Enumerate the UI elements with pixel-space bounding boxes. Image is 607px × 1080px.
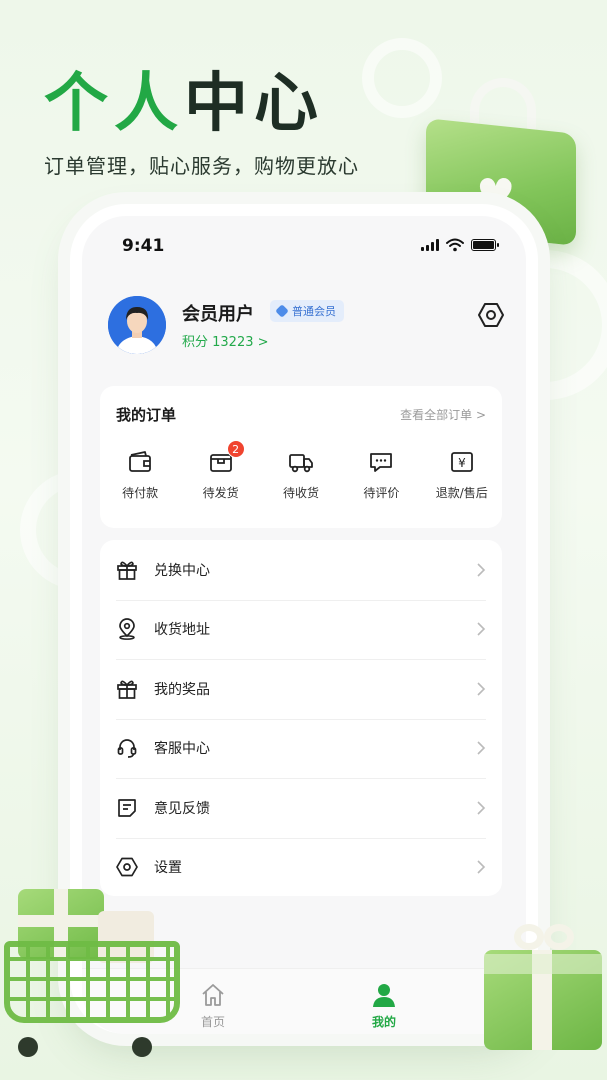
- order-item-label: 待付款: [122, 486, 159, 500]
- avatar[interactable]: [108, 296, 166, 354]
- wifi-icon: [446, 238, 464, 252]
- points-link[interactable]: 积分 13223 >: [182, 331, 269, 350]
- headline-dark-text: 中心: [184, 67, 324, 141]
- headset-icon: [117, 739, 137, 759]
- profile-header: 会员用户 普通会员 积分 13223 >: [108, 296, 508, 362]
- shipment-count-badge: 2: [226, 440, 245, 458]
- chevron-right-icon: [477, 741, 486, 755]
- location-pin-icon: [119, 618, 135, 641]
- refund-icon: ¥: [450, 452, 473, 472]
- chevron-right-icon: [477, 563, 486, 577]
- view-all-orders-link[interactable]: 查看全部订单 >: [400, 406, 486, 423]
- gift-icon: [117, 561, 137, 580]
- username: 会员用户: [182, 304, 254, 325]
- battery-icon: [471, 239, 499, 251]
- menu-item-feedback[interactable]: 意见反馈: [100, 778, 502, 838]
- orders-title: 我的订单: [116, 406, 177, 424]
- order-pending-receipt[interactable]: 待收货: [263, 448, 339, 501]
- order-item-label: 待评价: [363, 486, 400, 500]
- chevron-right-icon: [477, 801, 486, 815]
- member-level-label: 普通会员: [292, 305, 336, 318]
- order-item-label: 待发货: [202, 486, 239, 500]
- promo-subhead: 订单管理，贴心服务，购物更放心: [44, 154, 359, 178]
- menu-item-customer-service[interactable]: 客服中心: [100, 718, 502, 779]
- menu-item-label: 客服中心: [154, 741, 210, 758]
- member-level-badge: 普通会员: [270, 300, 344, 322]
- gift-box-illustration: [484, 918, 604, 1053]
- chevron-right-icon: [477, 682, 486, 696]
- order-refund-aftersales[interactable]: ¥ 退款/售后: [424, 448, 500, 501]
- truck-icon: [289, 454, 313, 473]
- chevron-right-icon: [477, 860, 486, 874]
- order-pending-shipment[interactable]: 2 待发货: [183, 440, 259, 501]
- gift-icon: [117, 680, 137, 699]
- cellular-signal-icon: [421, 239, 439, 251]
- home-icon: [202, 984, 224, 1006]
- wallet-icon: [129, 451, 152, 472]
- status-bar: 9:41: [82, 216, 526, 274]
- svg-text:¥: ¥: [458, 456, 466, 470]
- promo-headline: 个人中心: [44, 64, 324, 144]
- status-time: 9:41: [122, 236, 165, 256]
- user-icon: [373, 984, 395, 1007]
- feedback-icon: [118, 798, 136, 817]
- settings-icon[interactable]: [478, 302, 504, 328]
- order-item-label: 待收货: [282, 486, 319, 500]
- menu-item-label: 收货地址: [154, 622, 210, 639]
- service-menu: 兑换中心 收货地址 我的奖品 客服中心 意见反馈 设置: [100, 540, 502, 896]
- menu-item-label: 兑换中心: [154, 562, 210, 579]
- shopping-cart-illustration: [0, 875, 190, 1060]
- order-item-label: 退款/售后: [435, 486, 488, 500]
- user-avatar-icon: [108, 296, 166, 354]
- diamond-icon: [275, 304, 289, 318]
- headline-green-text: 个人: [44, 67, 184, 141]
- my-orders-card: 我的订单 查看全部订单 > 待付款 2 待发货 待收货 待评价 ¥ 退款/售后: [100, 386, 502, 528]
- menu-item-exchange-center[interactable]: 兑换中心: [100, 540, 502, 600]
- menu-item-shipping-address[interactable]: 收货地址: [100, 599, 502, 660]
- tab-mine[interactable]: 我的: [344, 981, 424, 1030]
- menu-item-label: 意见反馈: [154, 800, 210, 817]
- menu-item-label: 我的奖品: [154, 681, 210, 698]
- comment-icon: [370, 453, 393, 472]
- menu-item-my-prizes[interactable]: 我的奖品: [100, 659, 502, 719]
- order-pending-review[interactable]: 待评价: [343, 448, 419, 501]
- menu-item-label: 设置: [154, 860, 182, 877]
- chevron-right-icon: [477, 622, 486, 636]
- order-pending-payment[interactable]: 待付款: [102, 448, 178, 501]
- tab-mine-label: 我的: [371, 1015, 396, 1029]
